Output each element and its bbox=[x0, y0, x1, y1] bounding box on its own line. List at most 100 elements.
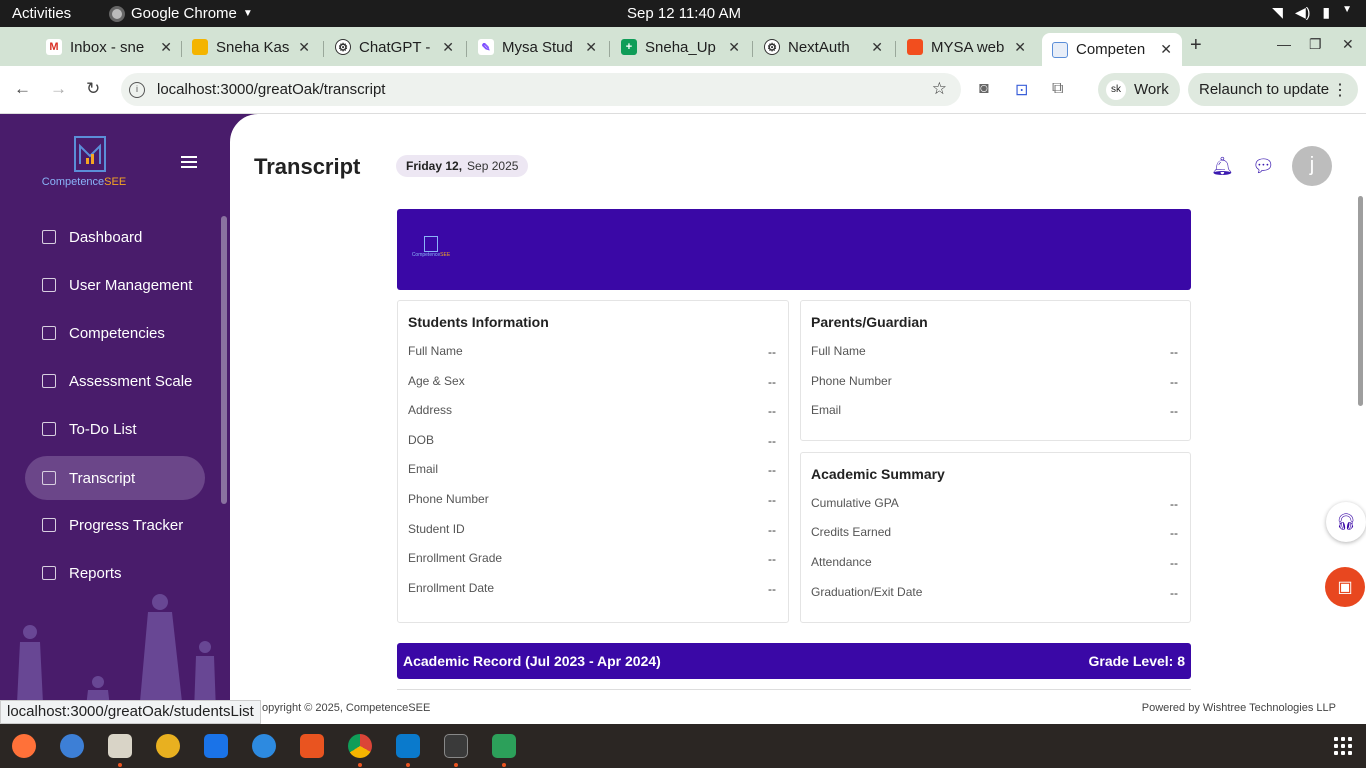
reports-icon bbox=[42, 566, 56, 580]
sidebar-item-competencies[interactable]: Competencies bbox=[25, 311, 205, 355]
reload-icon[interactable]: ↻ bbox=[86, 79, 100, 99]
close-icon[interactable]: ✕ bbox=[442, 39, 454, 56]
tab-strip: M Inbox - sne ✕ Sneha Kas ✕ ⚙ ChatGPT - … bbox=[0, 27, 1366, 66]
clock[interactable]: Sep 12 11:40 AM bbox=[627, 5, 741, 22]
close-icon[interactable]: ✕ bbox=[298, 39, 310, 56]
rhythmbox-icon[interactable] bbox=[156, 734, 180, 758]
browser-tab[interactable]: ⚙ NextAuth ✕ bbox=[764, 33, 883, 61]
browser-tab[interactable]: MYSA web ✕ bbox=[907, 33, 1026, 61]
address-bar[interactable]: i localhost:3000/greatOak/transcript ☆ bbox=[121, 73, 961, 106]
support-headset-icon[interactable]: 🎧︎ bbox=[1326, 502, 1366, 542]
vscode-icon[interactable] bbox=[396, 734, 420, 758]
guardian-card: Parents/Guardian Full Name -- Phone Numbe… bbox=[800, 300, 1191, 441]
browser-tab[interactable]: M Inbox - sne ✕ bbox=[46, 33, 172, 61]
url-text[interactable]: localhost:3000/greatOak/transcript bbox=[157, 81, 385, 98]
sidebar-item-assessment-scale[interactable]: Assessment Scale bbox=[25, 359, 205, 403]
more-menu-icon[interactable]: ⋮ bbox=[1332, 80, 1348, 100]
students-information-card: Students Information Full Name -- Age & S… bbox=[397, 300, 789, 623]
user-avatar[interactable]: j bbox=[1292, 146, 1332, 186]
sidebar-item-progress-tracker[interactable]: Progress Tracker bbox=[25, 503, 205, 547]
info-row: Cumulative GPA -- bbox=[811, 496, 1178, 511]
info-row: Phone Number -- bbox=[811, 374, 1178, 389]
close-icon[interactable]: ✕ bbox=[585, 39, 597, 56]
close-icon[interactable]: ✕ bbox=[1160, 41, 1172, 58]
writer-icon[interactable] bbox=[204, 734, 228, 758]
menu-toggle-icon[interactable] bbox=[181, 156, 197, 171]
info-row: Full Name -- bbox=[408, 344, 776, 359]
minimize-icon[interactable]: — bbox=[1277, 36, 1291, 52]
chrome-dock-icon[interactable] bbox=[348, 734, 372, 758]
bell-icon[interactable]: 🔔︎ bbox=[1211, 156, 1234, 177]
system-tray[interactable]: ◥ ◀) ▮ ▼ bbox=[1272, 4, 1352, 21]
copyright-text: opyright © 2025, CompetenceSEE bbox=[262, 702, 431, 714]
new-tab-button[interactable]: + bbox=[1190, 34, 1202, 57]
user-management-icon bbox=[42, 278, 56, 292]
chat-app-icon[interactable] bbox=[492, 734, 516, 758]
chatgpt-icon: ⚙ bbox=[335, 39, 351, 55]
sidebar-item-todo-list[interactable]: To-Do List bbox=[25, 407, 205, 451]
info-row: Email -- bbox=[811, 403, 1178, 418]
browser-tab[interactable]: + Sneha_Up ✕ bbox=[621, 33, 740, 61]
browser-tab[interactable]: ✎ Mysa Stud ✕ bbox=[478, 33, 597, 61]
card-heading: Parents/Guardian bbox=[811, 314, 928, 330]
battery-icon: ▮ bbox=[1322, 4, 1331, 20]
page-icon bbox=[1052, 41, 1068, 58]
link-status-tooltip: localhost:3000/greatOak/studentsList bbox=[0, 700, 261, 724]
software-center-icon[interactable] bbox=[300, 734, 324, 758]
browser-tab[interactable]: ⚙ ChatGPT - ✕ bbox=[335, 33, 454, 61]
extensions-icon[interactable]: ⧉ bbox=[1052, 80, 1063, 98]
chevron-down-icon: ▼ bbox=[1342, 4, 1352, 15]
card-heading: Academic Summary bbox=[811, 466, 945, 482]
academic-record-title: Academic Record (Jul 2023 - Apr 2024) bbox=[403, 653, 661, 669]
firefox-icon[interactable] bbox=[12, 734, 36, 758]
site-info-icon[interactable]: i bbox=[129, 81, 145, 98]
forward-icon[interactable]: → bbox=[50, 79, 67, 99]
logo-mark-icon bbox=[74, 136, 106, 172]
sidebar-item-dashboard[interactable]: Dashboard bbox=[25, 215, 205, 259]
chatgpt-icon: ⚙ bbox=[764, 39, 780, 55]
back-icon[interactable]: ← bbox=[14, 79, 31, 99]
grade-level: Grade Level: 8 bbox=[1088, 653, 1186, 669]
thunderbird-icon[interactable] bbox=[60, 734, 84, 758]
terminal-icon[interactable] bbox=[444, 734, 468, 758]
info-row: Graduation/Exit Date -- bbox=[811, 585, 1178, 600]
close-window-icon[interactable]: ✕ bbox=[1342, 36, 1354, 53]
close-icon[interactable]: ✕ bbox=[1014, 39, 1026, 56]
screen-record-icon[interactable]: ▣ bbox=[1325, 567, 1365, 607]
transcript-banner: CompetenceSEE bbox=[397, 209, 1191, 290]
relaunch-button[interactable]: Relaunch to update ⋮ bbox=[1188, 73, 1358, 106]
sidebar-item-transcript[interactable]: Transcript bbox=[25, 456, 205, 500]
help-icon[interactable] bbox=[252, 734, 276, 758]
brand-logo[interactable]: CompetenceSEE bbox=[42, 136, 130, 188]
bookmark-star-icon[interactable]: ☆ bbox=[932, 79, 947, 99]
screencast-icon[interactable]: ⊡ bbox=[1015, 80, 1028, 100]
activities-button[interactable]: Activities bbox=[12, 5, 71, 22]
close-icon[interactable]: ✕ bbox=[728, 39, 740, 56]
chevron-down-icon: ▼ bbox=[242, 8, 253, 19]
sidebar: CompetenceSEE Dashboard User Management … bbox=[0, 114, 230, 724]
sidebar-item-user-management[interactable]: User Management bbox=[25, 263, 205, 307]
chat-icon[interactable]: 💬︎ bbox=[1252, 156, 1275, 177]
assessment-scale-icon bbox=[42, 374, 56, 388]
figma-icon bbox=[907, 39, 923, 55]
sidebar-scrollbar[interactable] bbox=[221, 216, 227, 504]
page-scrollbar[interactable] bbox=[1358, 196, 1363, 406]
files-icon[interactable] bbox=[108, 734, 132, 758]
academic-record-header: Academic Record (Jul 2023 - Apr 2024) Gr… bbox=[397, 643, 1191, 679]
restore-icon[interactable]: ❐ bbox=[1309, 36, 1322, 53]
browser-tab[interactable]: Sneha Kas ✕ bbox=[192, 33, 310, 61]
profile-button[interactable]: sk Work bbox=[1098, 73, 1180, 106]
app-menu[interactable]: Google Chrome ▼ bbox=[109, 5, 253, 22]
camera-icon[interactable]: ◙ bbox=[979, 80, 989, 98]
sidebar-item-reports[interactable]: Reports bbox=[25, 551, 205, 595]
info-row: Email -- bbox=[408, 462, 776, 477]
close-icon[interactable]: ✕ bbox=[871, 39, 883, 56]
system-top-bar: Activities Google Chrome ▼ Sep 12 11:40 … bbox=[0, 0, 1366, 27]
close-icon[interactable]: ✕ bbox=[160, 39, 172, 56]
show-apps-icon[interactable] bbox=[1334, 737, 1352, 755]
avatar: sk bbox=[1106, 79, 1126, 100]
card-heading: Students Information bbox=[408, 314, 549, 330]
dashboard-icon bbox=[42, 230, 56, 244]
browser-tab-active[interactable]: Competen ✕ bbox=[1042, 33, 1182, 66]
academic-record-table bbox=[397, 689, 1191, 691]
